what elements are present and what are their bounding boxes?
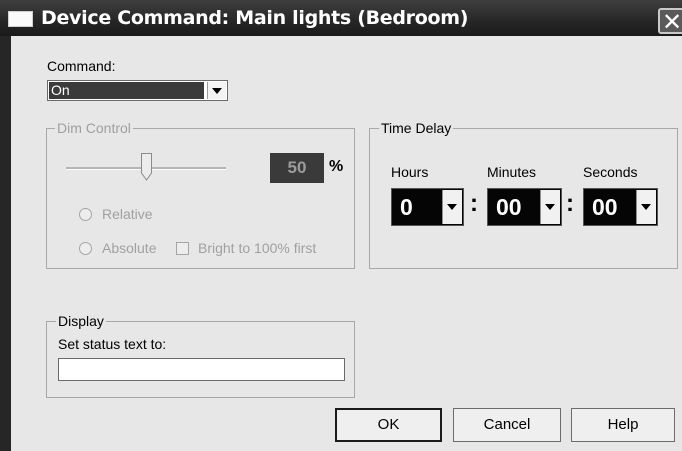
status-text-label: Set status text to: <box>58 336 167 352</box>
hours-spinner[interactable]: 0 <box>391 188 464 226</box>
relative-radio[interactable] <box>79 208 92 221</box>
chevron-down-icon <box>641 204 651 210</box>
absolute-label: Absolute <box>102 240 157 256</box>
window-left-edge <box>0 36 11 451</box>
command-label: Command: <box>47 58 116 74</box>
display-label: Display <box>56 313 106 329</box>
ok-button[interactable]: OK <box>335 408 442 442</box>
window-title: Device Command: Main lights (Bedroom) <box>41 7 469 29</box>
command-dropdown-button[interactable] <box>207 82 226 99</box>
cancel-button[interactable]: Cancel <box>453 408 561 442</box>
minutes-value: 00 <box>496 194 522 220</box>
dim-slider-thumb[interactable] <box>140 153 152 181</box>
time-delay-label: Time Delay <box>379 120 454 136</box>
chevron-down-icon <box>212 88 222 94</box>
device-command-dialog: Device Command: Main lights (Bedroom) ✕ … <box>0 0 682 451</box>
relative-label: Relative <box>102 206 153 222</box>
close-icon[interactable]: ✕ <box>658 8 682 34</box>
minutes-seconds-separator: : <box>566 190 574 217</box>
seconds-spinner[interactable]: 00 <box>583 188 658 226</box>
help-button[interactable]: Help <box>571 408 675 442</box>
dim-value-field: 50 <box>270 153 324 183</box>
seconds-value: 00 <box>592 194 618 220</box>
percent-label: % <box>329 158 344 175</box>
minutes-label: Minutes <box>487 164 537 180</box>
seconds-dropdown-button[interactable] <box>636 190 656 224</box>
hours-value: 0 <box>400 194 413 220</box>
command-select[interactable]: On <box>47 80 228 101</box>
seconds-label: Seconds <box>583 164 638 180</box>
command-selected-value: On <box>49 82 204 99</box>
minutes-dropdown-button[interactable] <box>540 190 560 224</box>
dim-control-label: Dim Control <box>55 120 133 136</box>
bright-to-100-checkbox[interactable] <box>176 242 189 255</box>
status-text-input[interactable] <box>58 358 345 381</box>
hours-label: Hours <box>391 164 429 180</box>
bright-to-100-label: Bright to 100% first <box>198 240 317 256</box>
chevron-down-icon <box>545 204 555 210</box>
window-icon <box>8 11 33 27</box>
minutes-spinner[interactable]: 00 <box>487 188 562 226</box>
hours-dropdown-button[interactable] <box>442 190 462 224</box>
hours-minutes-separator: : <box>470 190 478 217</box>
chevron-down-icon <box>447 204 457 210</box>
title-bar[interactable]: Device Command: Main lights (Bedroom) ✕ <box>0 0 682 36</box>
absolute-radio[interactable] <box>79 242 92 255</box>
